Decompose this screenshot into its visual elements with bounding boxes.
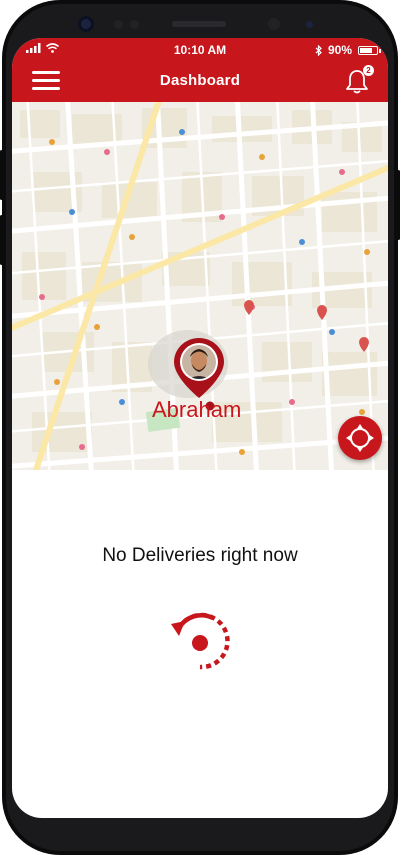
app-header: Dashboard 2 — [12, 60, 388, 102]
page-title: Dashboard — [159, 72, 241, 89]
empty-state-message: No Deliveries right now — [102, 545, 298, 566]
status-bar: 10:10 AM 90% — [12, 38, 388, 60]
battery-percentage: 90% — [327, 43, 352, 57]
proximity-sensor-icon — [268, 18, 280, 30]
sensor-icon — [130, 20, 139, 29]
phone-notch-area — [0, 0, 400, 38]
volume-down-button — [0, 215, 3, 265]
camera-lens-icon — [306, 21, 313, 28]
notifications-button[interactable]: 2 — [344, 65, 374, 95]
battery-icon — [358, 45, 381, 55]
front-camera-icon — [78, 16, 94, 32]
recenter-button[interactable] — [338, 416, 382, 460]
volume-up-button — [0, 150, 3, 200]
map-view[interactable]: Abraham — [12, 102, 388, 470]
refresh-icon — [171, 612, 230, 670]
recenter-arrows-icon — [346, 424, 374, 452]
app-screen: 10:10 AM 90% Dashboard 2 Abraham No Deli… — [12, 38, 388, 818]
driver-name-label: Abraham — [152, 397, 242, 422]
notification-badge: 2 — [363, 65, 374, 76]
sensor-icon — [114, 20, 123, 29]
earpiece-speaker — [172, 21, 226, 27]
status-right: 90% — [315, 43, 381, 57]
bluetooth-icon — [315, 44, 322, 56]
refresh-button[interactable] — [165, 606, 235, 676]
